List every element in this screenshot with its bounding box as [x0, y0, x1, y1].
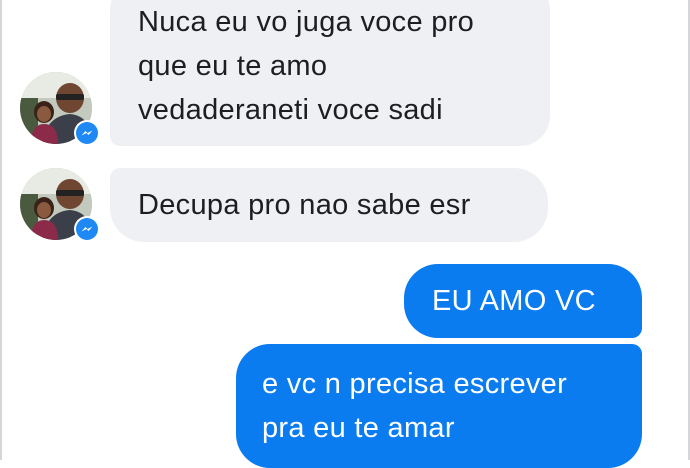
- outgoing-message-bubble[interactable]: EU AMO VC: [404, 264, 642, 338]
- message-text-line: que eu te amo: [138, 50, 328, 82]
- messenger-badge: [74, 120, 100, 146]
- frame-divider-left: [0, 0, 2, 460]
- incoming-message-bubble[interactable]: Nuca eu vo juga voce pro que eu te amo v…: [110, 0, 550, 146]
- messenger-icon: [76, 122, 98, 144]
- sender-avatar[interactable]: [20, 72, 100, 146]
- messenger-icon: [76, 218, 98, 240]
- outgoing-message-bubble[interactable]: e vc n precisa escrever pra eu te amar: [236, 344, 642, 468]
- message-text-line: Nuca eu vo juga voce pro: [138, 6, 475, 38]
- sender-avatar[interactable]: [20, 168, 100, 242]
- message-text-line: e vc n precisa escrever: [262, 368, 568, 400]
- incoming-message-bubble[interactable]: Decupa pro nao sabe esr: [110, 168, 548, 242]
- message-text-line: EU AMO VC: [432, 285, 596, 317]
- message-text-line: Decupa pro nao sabe esr: [138, 189, 471, 221]
- messenger-badge: [74, 216, 100, 242]
- message-text-line: vedaderaneti voce sadi: [138, 94, 443, 126]
- message-thread: Nuca eu vo juga voce pro que eu te amo v…: [0, 0, 690, 468]
- message-text-line: pra eu te amar: [262, 412, 455, 444]
